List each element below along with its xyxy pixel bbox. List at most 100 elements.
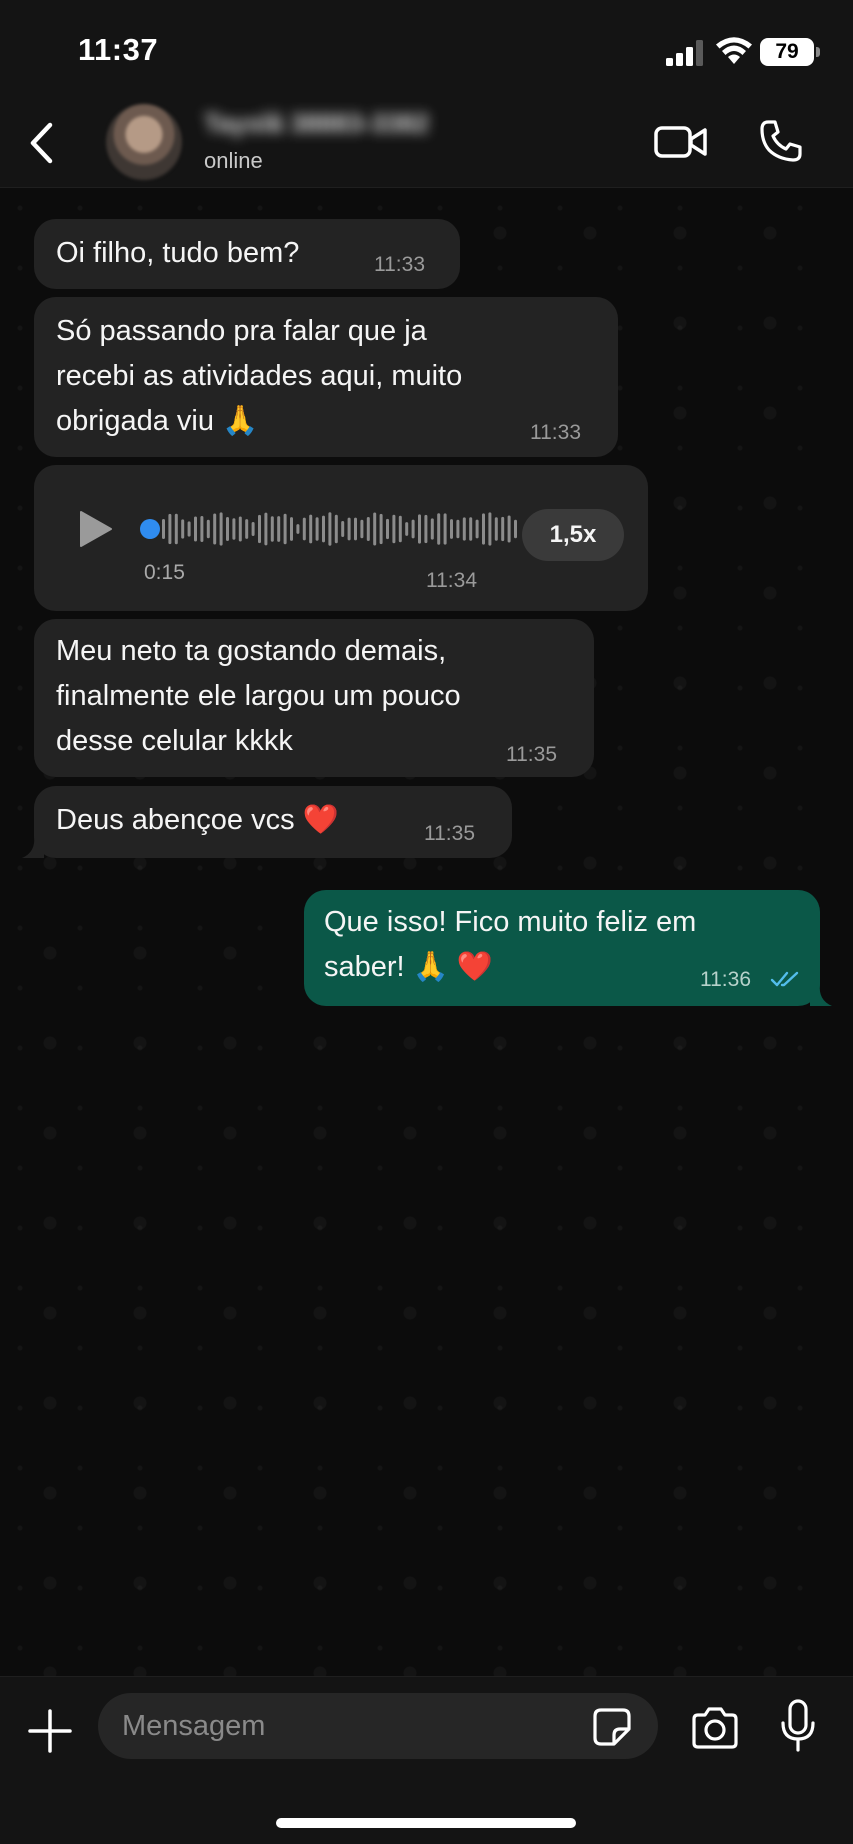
chat-screen: 11:37 79 Tayslã 38883-3382 online Oi fil… [0,0,853,1844]
waveform-bar [328,512,332,546]
waveform-bar [187,521,191,537]
plus-icon[interactable] [28,1709,72,1753]
waveform-bar [392,514,396,544]
chat-header: Tayslã 38883-3382 online [0,100,853,188]
battery-cap [816,47,820,57]
message-text-line: Meu neto ta gostando demais, [56,635,447,667]
contact-status: online [204,148,263,173]
message-text-line: Que isso! Fico muito feliz em [324,906,697,938]
waveform-bar [514,519,517,539]
waveform-bar [386,518,389,540]
message-placeholder: Mensagem [122,1710,266,1742]
battery-level: 79 [775,40,799,63]
waveform-bar [456,519,460,539]
waveform-bar [443,513,447,545]
waveform-bar [283,513,287,545]
voice-waveform[interactable] [162,509,524,549]
message-text-line: finalmente ele largou um pouco [56,680,461,712]
waveform-bar [270,516,274,542]
message-time: 11:33 [374,253,425,276]
waveform-bar [168,513,172,545]
waveform-bar [366,517,370,541]
playback-speed-button[interactable]: 1,5x [522,509,624,561]
message-time: 11:33 [530,421,581,444]
play-icon[interactable] [78,509,114,549]
video-call-icon[interactable] [654,122,708,162]
signal-icon [666,40,703,66]
message-text-line: desse celular kkkk [56,725,293,757]
message-text: Oi filho, tudo bem? [56,237,300,269]
waveform-bar [418,514,421,544]
waveform-bar [315,517,319,541]
message-time: 11:34 [426,569,477,592]
message-input-bar: Mensagem [0,1676,853,1844]
waveform-bar [264,512,268,546]
sticker-icon[interactable] [592,1707,632,1747]
waveform-bar [219,512,223,546]
waveform-bar [334,514,338,544]
waveform-bar [213,513,217,545]
voice-progress-dot[interactable] [140,519,160,539]
waveform-bar [450,519,453,539]
waveform-bar [398,515,402,543]
waveform-bar [462,517,466,541]
waveform-bar [424,514,428,544]
message-text-line: Só passando pra falar que ja [56,315,427,347]
status-bar: 11:37 79 [0,0,853,100]
message-time: 11:35 [506,743,557,766]
message-bubble-incoming[interactable]: Deus abençoe vcs ❤️ 11:35 [34,786,512,858]
status-time: 11:37 [78,32,159,67]
bubble-tail [810,984,832,1006]
message-bubble-incoming[interactable]: Só passando pra falar que ja recebi as a… [34,297,618,457]
contact-name[interactable]: Tayslã 38883-3382 [204,108,429,140]
bubble-tail [22,836,44,858]
message-bubble-outgoing[interactable]: Que isso! Fico muito feliz em saber! 🙏 ❤… [304,890,820,1006]
waveform-bar [181,519,185,539]
message-time: 11:35 [424,822,475,845]
waveform-bar [162,519,165,539]
waveform-bar [302,517,306,541]
waveform-bar [469,517,473,541]
message-bubble-incoming[interactable]: Meu neto ta gostando demais, finalmente … [34,619,594,777]
waveform-bar [405,522,409,536]
waveform-bar [507,515,511,543]
message-time: 11:36 [700,968,751,991]
waveform-bar [354,517,357,541]
waveform-bar [475,519,479,539]
waveform-bar [411,519,415,539]
waveform-bar [430,518,434,540]
waveform-bar [232,518,236,540]
home-indicator[interactable] [276,1818,576,1828]
waveform-bar [309,514,313,544]
message-text-line: obrigada viu 🙏 [56,405,259,437]
phone-icon[interactable] [758,118,804,164]
contact-avatar[interactable] [106,104,182,180]
message-text: Deus abençoe vcs ❤️ [56,804,339,836]
battery-icon: 79 [760,38,820,66]
waveform-bar [322,515,325,543]
waveform-bar [341,520,345,538]
waveform-bar [494,517,498,541]
voice-message-bubble[interactable]: 0:15 1,5x 11:34 [34,465,648,611]
waveform-bar [277,516,281,542]
waveform-bar [290,517,293,541]
message-bubble-incoming[interactable]: Oi filho, tudo bem? 11:33 [34,219,460,289]
camera-icon[interactable] [690,1707,740,1749]
waveform-bar [347,517,351,541]
waveform-bar [200,515,204,543]
waveform-bar [373,512,377,546]
waveform-bar [296,524,300,534]
waveform-bar [379,513,383,545]
waveform-bar [174,513,178,545]
waveform-bar [482,513,485,545]
waveform-bar [251,522,255,536]
wifi-icon [716,37,752,64]
waveform-bar [501,516,505,542]
back-icon[interactable] [24,120,60,166]
message-input[interactable]: Mensagem [98,1693,658,1759]
waveform-bar [360,519,364,539]
microphone-icon[interactable] [780,1699,816,1753]
message-text-line: saber! 🙏 ❤️ [324,951,493,983]
waveform-bar [194,516,197,542]
waveform-bar [238,516,242,542]
